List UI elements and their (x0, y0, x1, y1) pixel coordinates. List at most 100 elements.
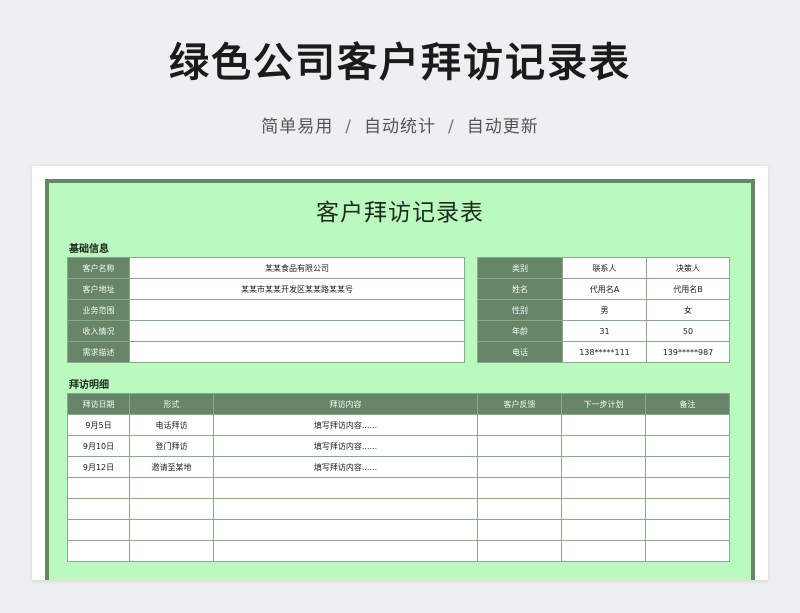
table-cell[interactable] (213, 519, 478, 541)
table-row: 需求描述 (67, 341, 465, 363)
table-row: 电话 138*****111 139*****987 (477, 341, 730, 363)
table-row: 客户地址 某某市某某开发区某某路某某号 (67, 278, 465, 300)
table-row (67, 477, 730, 499)
table-cell[interactable] (129, 540, 214, 562)
table-cell[interactable] (477, 498, 562, 520)
table-cell[interactable] (477, 519, 562, 541)
table-row (67, 519, 730, 541)
table-row: 类别 联系人 决策人 (477, 257, 730, 279)
table-row: 姓名 代用名A 代用名B (477, 278, 730, 300)
table-cell[interactable] (129, 498, 214, 520)
sheet-frame: 客户拜访记录表 基础信息 客户名称 某某食品有限公司 客户地址 某某市某某开发区某某路… (45, 179, 755, 580)
table-row: 业务范围 (67, 299, 465, 321)
tag-auto-update: 自动更新 (466, 117, 539, 137)
tag-auto-stats: 自动统计 (364, 117, 436, 137)
table-row (67, 498, 730, 520)
table-cell[interactable] (477, 435, 562, 457)
table-cell[interactable] (561, 498, 646, 520)
table-cell[interactable]: 填写拜访内容...... (213, 435, 478, 457)
field-value[interactable] (129, 320, 465, 342)
contact-field-label: 年龄 (477, 320, 563, 342)
table-cell[interactable]: 9月10日 (67, 435, 130, 457)
contact-field-label: 类别 (477, 257, 563, 279)
table-row: 收入情况 (67, 320, 465, 342)
table-cell[interactable] (645, 456, 730, 478)
table-cell[interactable] (129, 477, 214, 499)
contact-field-label: 电话 (477, 341, 563, 363)
contact-value-a[interactable]: 代用名A (562, 278, 647, 300)
field-label: 收入情况 (67, 320, 130, 342)
column-header: 形式 (129, 393, 214, 415)
table-row (67, 540, 730, 562)
table-cell[interactable] (645, 498, 730, 520)
table-cell[interactable] (213, 477, 478, 499)
contact-value-a[interactable]: 138*****111 (562, 341, 647, 363)
column-header: 下一步计划 (561, 393, 646, 415)
contact-value-b[interactable]: 139*****987 (646, 341, 730, 363)
table-cell[interactable]: 9月12日 (67, 456, 130, 478)
table-cell[interactable] (561, 540, 646, 562)
table-cell[interactable] (129, 519, 214, 541)
contact-value-a[interactable]: 联系人 (562, 257, 647, 279)
contact-table: 类别 联系人 决策人 姓名 代用名A 代用名B 性别男女年龄 31 50 电话 138*****11… (477, 257, 730, 363)
table-cell[interactable] (477, 456, 562, 478)
table-cell[interactable] (645, 519, 730, 541)
table-row: 9月5日 电话拜访 填写拜访内容...... (67, 414, 730, 436)
table-cell[interactable] (67, 498, 130, 520)
contact-value-b[interactable]: 50 (646, 320, 730, 342)
contact-value-b[interactable]: 女 (646, 299, 730, 321)
field-label: 需求描述 (67, 341, 130, 363)
column-header: 备注 (645, 393, 730, 415)
table-row: 9月10日 登门拜访 填写拜访内容...... (67, 435, 730, 457)
table-cell[interactable] (561, 519, 646, 541)
table-cell[interactable] (477, 414, 562, 436)
table-cell[interactable] (213, 540, 478, 562)
table-cell[interactable] (561, 435, 646, 457)
table-cell[interactable] (67, 540, 130, 562)
contact-value-a[interactable]: 男 (562, 299, 647, 321)
table-cell[interactable] (645, 477, 730, 499)
visit-detail-table: 拜访日期 形式 拜访内容 客户反馈 下一步计划 备注 9月5日 电话拜访 填写拜访内容....… (67, 393, 730, 562)
tag-separator: / (448, 117, 455, 137)
visit-header-row: 拜访日期 形式 拜访内容 客户反馈 下一步计划 备注 (67, 393, 730, 415)
table-row: 年龄 31 50 (477, 320, 730, 342)
field-label: 业务范围 (67, 299, 130, 321)
table-cell[interactable] (67, 477, 130, 499)
contact-field-label: 性别 (477, 299, 563, 321)
table-cell[interactable]: 电话拜访 (129, 414, 214, 436)
table-cell[interactable] (477, 477, 562, 499)
table-cell[interactable] (645, 414, 730, 436)
column-header: 拜访日期 (67, 393, 130, 415)
table-cell[interactable]: 邀请至某地 (129, 456, 214, 478)
table-cell[interactable] (213, 498, 478, 520)
column-header: 客户反馈 (477, 393, 562, 415)
field-value[interactable]: 某某食品有限公司 (129, 257, 465, 279)
table-cell[interactable]: 填写拜访内容...... (213, 456, 478, 478)
table-cell[interactable]: 填写拜访内容...... (213, 414, 478, 436)
table-cell[interactable] (477, 540, 562, 562)
sheet-body: 客户拜访记录表 基础信息 客户名称 某某食品有限公司 客户地址 某某市某某开发区某某路… (49, 183, 751, 580)
field-label: 客户地址 (67, 278, 130, 300)
contact-value-b[interactable]: 代用名B (646, 278, 730, 300)
table-cell[interactable]: 9月5日 (67, 414, 130, 436)
field-value[interactable] (129, 299, 465, 321)
field-value[interactable] (129, 341, 465, 363)
table-cell[interactable] (561, 456, 646, 478)
table-cell[interactable] (561, 477, 646, 499)
table-cell[interactable] (561, 414, 646, 436)
spreadsheet-preview-card: 客户拜访记录表 基础信息 客户名称 某某食品有限公司 客户地址 某某市某某开发区某某路… (32, 166, 768, 580)
field-value[interactable]: 某某市某某开发区某某路某某号 (129, 278, 465, 300)
feature-tags: 简单易用 / 自动统计 / 自动更新 (0, 112, 800, 137)
column-header: 拜访内容 (213, 393, 478, 415)
table-cell[interactable] (645, 540, 730, 562)
page-title: 绿色公司客户拜访记录表 (169, 40, 631, 86)
contact-value-a[interactable]: 31 (562, 320, 647, 342)
table-cell[interactable] (645, 435, 730, 457)
contact-value-b[interactable]: 决策人 (646, 257, 730, 279)
visit-detail-label: 拜访明细 (69, 380, 109, 391)
table-cell[interactable]: 登门拜访 (129, 435, 214, 457)
tag-easy: 简单易用 (261, 117, 334, 137)
tag-separator: / (345, 117, 352, 137)
basic-info-label: 基础信息 (69, 244, 109, 255)
table-cell[interactable] (67, 519, 130, 541)
